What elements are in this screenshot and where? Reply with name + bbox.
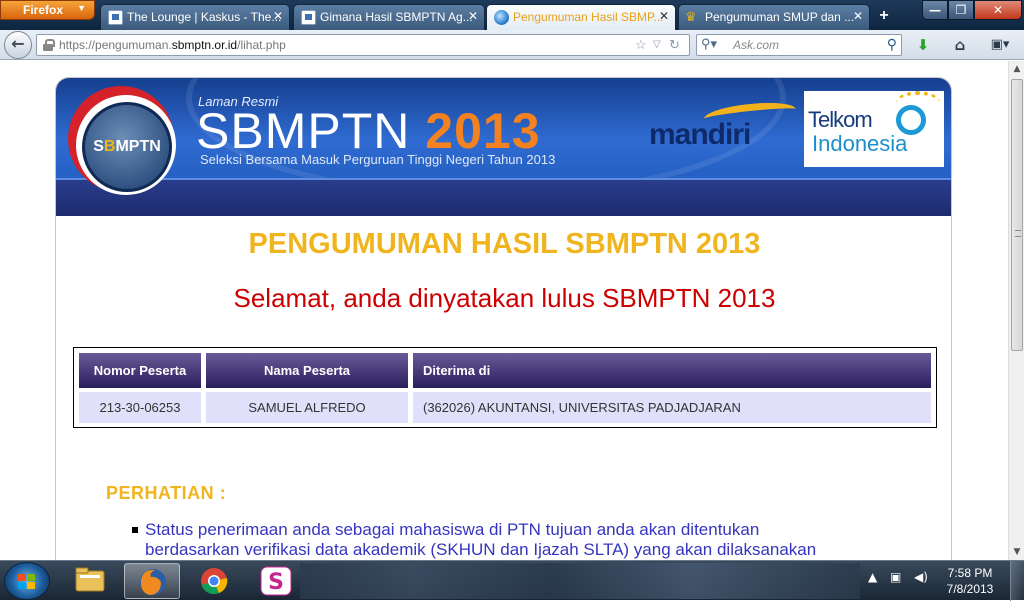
start-button[interactable] — [4, 562, 50, 600]
url-prefix: https://pengumuman. — [59, 38, 172, 52]
tab-title: Gimana Hasil SBMPTN Ag... — [320, 10, 473, 24]
explorer-taskbar-button[interactable] — [62, 563, 118, 599]
tab-close-icon[interactable]: ✕ — [273, 9, 283, 23]
banner-title-text: SBMPTN — [196, 103, 411, 159]
show-hidden-icons-icon[interactable]: ▲ — [868, 570, 877, 584]
tab-title: Pengumuman Hasil SBMP... — [513, 10, 664, 24]
tab-pengumuman-smup[interactable]: ♛ Pengumuman SMUP dan ... ✕ — [678, 4, 870, 30]
taskbar: S ▲ ▣ ◀) 7:58 PM 7/8/2013 — [0, 560, 1024, 601]
scroll-up-icon[interactable]: ▲ — [1009, 61, 1024, 77]
address-bar[interactable]: https://pengumuman.sbmptn.or.id/lihat.ph… — [36, 34, 690, 56]
scroll-down-icon[interactable]: ▼ — [1009, 544, 1024, 560]
search-engine-icon[interactable]: ⚲▾ — [701, 36, 717, 52]
banner-stripe — [56, 178, 951, 216]
kaskus-doc-icon — [108, 10, 123, 25]
scroll-grip — [1015, 230, 1021, 237]
telkom-logo-line2: Indonesia — [812, 131, 908, 156]
firefox-icon — [140, 569, 166, 595]
telkom-logo-line1: Telkom — [808, 107, 873, 132]
telkom-logo: Telkom Indonesia — [804, 91, 944, 167]
notice-line-1: Status penerimaan anda sebagai mahasiswa… — [145, 520, 760, 539]
logo-text-mptn: MPTN — [115, 138, 161, 155]
notice-line-2: berdasarkan verifikasi data akademik (SK… — [145, 540, 817, 559]
search-placeholder: Ask.com — [733, 38, 780, 52]
lock-icon — [43, 39, 55, 51]
result-message: Selamat, anda dinyatakan lulus SBMPTN 20… — [233, 283, 776, 313]
page-viewport: SBMPTN Laman Resmi SBMPTN 2013 Seleksi B… — [0, 61, 1008, 560]
url-path: /lihat.php — [237, 38, 286, 52]
folder-icon — [75, 567, 105, 592]
bookmark-star-icon[interactable]: ☆ — [635, 37, 647, 53]
reload-icon[interactable]: ↻ — [669, 37, 680, 53]
page-title: PENGUMUMAN HASIL SBMPTN 2013 — [248, 228, 761, 260]
sbmptn-logo: SBMPTN — [82, 102, 172, 192]
tab-close-icon[interactable]: ✕ — [468, 9, 478, 23]
kaskus-doc-icon — [301, 10, 316, 25]
firefox-menu-label: Firefox — [23, 3, 64, 17]
clock-date: 7/8/2013 — [946, 582, 994, 596]
perhatian-heading: PERHATIAN : — [106, 483, 227, 503]
sbmptn-banner: SBMPTN Laman Resmi SBMPTN 2013 Seleksi B… — [56, 78, 951, 216]
show-desktop-button[interactable] — [1010, 561, 1024, 601]
tab-gimana-hasil[interactable]: Gimana Hasil SBMPTN Ag... ✕ — [293, 4, 485, 30]
notice-text: Status penerimaan anda sebagai mahasiswa… — [145, 520, 905, 560]
firefox-menu-button[interactable]: Firefox ▼ — [0, 0, 95, 20]
download-arrow-icon[interactable]: ⬇ — [913, 35, 933, 55]
search-box[interactable]: ⚲▾ Ask.com ⚲ — [696, 34, 902, 56]
maximize-button[interactable]: ❐ — [948, 0, 974, 20]
chrome-taskbar-button[interactable] — [186, 563, 242, 599]
volume-icon[interactable]: ◀) — [914, 570, 928, 584]
tab-the-lounge[interactable]: The Lounge | Kaskus - The... ✕ — [100, 4, 290, 30]
mandiri-logo: mandiri — [649, 118, 751, 151]
banner-subtitle: Seleksi Bersama Masuk Perguruan Tinggi N… — [200, 152, 556, 167]
network-icon[interactable]: ▣ — [890, 570, 901, 584]
table-cell-diterima: (362026) AKUNTANSI, UNIVERSITAS PADJADJA… — [413, 392, 931, 423]
vertical-scrollbar[interactable]: ▲ ▼ — [1008, 61, 1024, 560]
tab-title: Pengumuman SMUP dan ... — [705, 10, 855, 24]
url-domain: sbmptn.or.id — [171, 38, 238, 52]
search-icon[interactable]: ⚲ — [887, 36, 897, 53]
taskbar-blurred-area — [300, 563, 860, 599]
back-arrow-icon[interactable]: ← — [4, 31, 32, 59]
table-cell-nama: SAMUEL ALFREDO — [206, 392, 408, 423]
tab-pengumuman-sbmptn[interactable]: Pengumuman Hasil SBMP... ✕ — [486, 4, 676, 30]
navigation-toolbar: ← https://pengumuman.sbmptn.or.id/lihat.… — [0, 30, 1024, 60]
logo-text-s: S — [93, 138, 104, 155]
clock-time: 7:58 PM — [947, 566, 993, 580]
result-table: Nomor Peserta Nama Peserta Diterima di 2… — [73, 347, 937, 428]
history-dropdown-icon[interactable]: ▽ — [653, 39, 661, 50]
tab-title: The Lounge | Kaskus - The... — [127, 10, 282, 24]
app-taskbar-button[interactable]: S — [248, 563, 304, 599]
new-tab-button[interactable]: + — [873, 7, 895, 27]
table-cell-nomor: 213-30-06253 — [79, 392, 201, 423]
page-card: SBMPTN Laman Resmi SBMPTN 2013 Seleksi B… — [55, 77, 952, 560]
scroll-thumb[interactable] — [1011, 79, 1023, 351]
system-clock[interactable]: 7:58 PM 7/8/2013 — [940, 565, 1000, 597]
home-icon[interactable]: ⌂ — [950, 35, 970, 55]
tab-close-icon[interactable]: ✕ — [853, 9, 863, 23]
firefox-taskbar-button[interactable] — [124, 563, 180, 599]
logo-text-b: B — [103, 138, 116, 155]
windows-logo-icon — [18, 574, 36, 590]
svg-text:S: S — [268, 570, 284, 595]
table-header-nomor: Nomor Peserta — [79, 353, 201, 388]
crown-icon: ♛ — [685, 9, 697, 24]
browser-titlebar: Firefox ▼ The Lounge | Kaskus - The... ✕… — [0, 0, 1024, 30]
window-close-button[interactable]: ✕ — [974, 0, 1022, 20]
table-header-diterima: Diterima di — [413, 353, 931, 388]
app-s-icon: S — [260, 566, 292, 596]
tab-close-icon[interactable]: ✕ — [659, 9, 669, 23]
chrome-icon — [201, 568, 228, 595]
sbmptn-globe-icon — [494, 10, 509, 25]
list-bullet — [132, 527, 138, 533]
table-header-nama: Nama Peserta — [206, 353, 408, 388]
minimize-button[interactable]: — — [922, 0, 948, 20]
bookmarks-menu-icon[interactable]: ▣▾ — [985, 35, 1015, 55]
banner-year: 2013 — [425, 103, 541, 159]
chevron-down-icon: ▼ — [77, 3, 86, 13]
